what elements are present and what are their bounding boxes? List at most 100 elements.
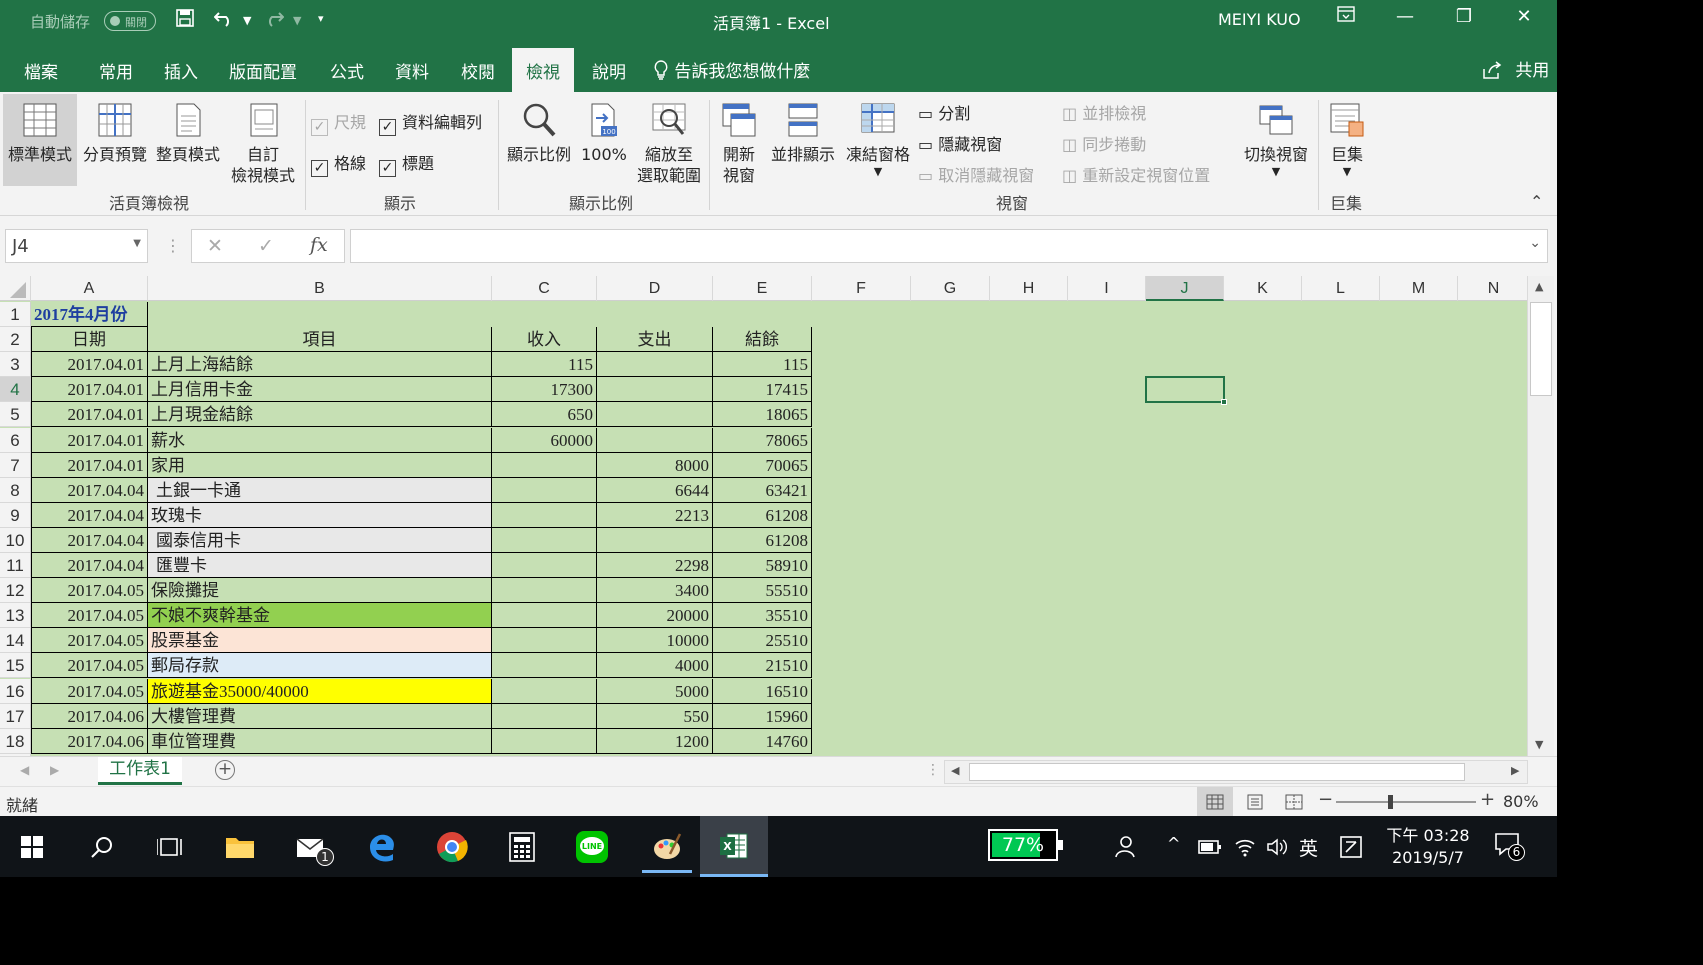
expense-cell[interactable]	[597, 527, 713, 553]
page-layout-button[interactable]: 整頁模式	[153, 102, 223, 165]
sheet-tab-1[interactable]: 工作表1	[98, 757, 182, 785]
undo-icon[interactable]	[213, 9, 234, 32]
page-break-status-icon[interactable]	[1285, 794, 1303, 810]
column-header-d[interactable]: D	[597, 276, 713, 301]
arrange-all-button[interactable]: 並排顯示	[767, 102, 839, 165]
item-cell[interactable]: 郵局存款	[148, 653, 492, 679]
row-header-11[interactable]: 11	[0, 553, 31, 578]
expense-cell[interactable]: 2213	[597, 502, 713, 528]
date-cell[interactable]: 2017.04.05	[31, 678, 148, 704]
column-header-g[interactable]: G	[911, 276, 990, 301]
expense-cell[interactable]: 550	[597, 703, 713, 729]
paint-app-icon[interactable]	[642, 828, 692, 873]
switch-windows-button[interactable]: 切換視窗 ▼	[1238, 102, 1314, 179]
worksheet-grid[interactable]: ABCDEFGHIJKLMN 1 2 3 4 5 6 7 8 9 10 11 12 13 14 15 16 17…	[0, 276, 1527, 756]
clock-time[interactable]: 下午 03:28	[1386, 822, 1470, 846]
row-header-3[interactable]: 3	[0, 352, 31, 378]
income-cell[interactable]: 17300	[492, 377, 597, 403]
row-header-10[interactable]: 10	[0, 527, 31, 553]
unhide-window-button[interactable]: ▭ 取消隱藏視窗	[918, 162, 1034, 186]
action-center-icon[interactable]: 6	[1494, 832, 1525, 861]
income-cell[interactable]	[492, 628, 597, 654]
expense-cell[interactable]: 4000	[597, 653, 713, 679]
formula-bar-checkbox[interactable]: ✓ 資料編輯列	[379, 109, 482, 136]
restore-icon[interactable]: ❐	[1444, 6, 1484, 27]
expense-cell[interactable]: 20000	[597, 603, 713, 629]
row-header-17[interactable]: 17	[0, 703, 31, 729]
save-icon[interactable]	[176, 9, 194, 32]
balance-cell[interactable]: 18065	[713, 402, 812, 428]
income-cell[interactable]	[492, 653, 597, 679]
tab-view[interactable]: 檢視	[512, 48, 574, 92]
search-icon[interactable]	[82, 828, 122, 866]
date-cell[interactable]: 2017.04.04	[31, 502, 148, 528]
column-header-e[interactable]: E	[713, 276, 812, 301]
battery-tray-icon[interactable]	[1198, 839, 1222, 855]
column-header-i[interactable]: I	[1068, 276, 1146, 301]
scroll-up-icon[interactable]: ▲	[1535, 280, 1543, 293]
header-expense[interactable]: 支出	[597, 327, 713, 353]
column-header-a[interactable]: A	[31, 276, 148, 301]
date-cell[interactable]: 2017.04.01	[31, 377, 148, 403]
item-cell[interactable]: 保險攤提	[148, 578, 492, 604]
vertical-scrollbar[interactable]: ▲ ▼	[1527, 276, 1554, 757]
expense-cell[interactable]: 1200	[597, 728, 713, 754]
tab-split-grip-icon[interactable]: ⋮	[926, 762, 940, 778]
zoom-100-button[interactable]: 100 100%	[578, 102, 630, 165]
zoom-percent[interactable]: 80%	[1503, 792, 1539, 811]
customize-qat-icon[interactable]: ▾	[318, 12, 324, 25]
expense-cell[interactable]	[597, 352, 713, 378]
clock-date[interactable]: 2019/5/7	[1386, 848, 1470, 867]
date-cell[interactable]: 2017.04.05	[31, 628, 148, 654]
undo-dropdown-icon[interactable]: ▼	[243, 14, 251, 27]
normal-view-button[interactable]: 標準模式	[3, 94, 77, 186]
row-header-4[interactable]: 4	[0, 377, 31, 403]
expense-cell[interactable]: 8000	[597, 452, 713, 478]
add-sheet-icon[interactable]: +	[215, 760, 235, 780]
date-cell[interactable]: 2017.04.04	[31, 553, 148, 578]
item-cell[interactable]: 匯豐卡	[148, 553, 492, 578]
balance-cell[interactable]: 58910	[713, 553, 812, 578]
date-cell[interactable]: 2017.04.05	[31, 578, 148, 604]
income-cell[interactable]	[492, 578, 597, 604]
income-cell[interactable]: 650	[492, 402, 597, 428]
balance-cell[interactable]: 35510	[713, 603, 812, 629]
cancel-icon[interactable]: ✕	[207, 235, 223, 257]
share-button[interactable]: 共用	[1482, 56, 1549, 81]
redo-dropdown-icon[interactable]: ▼	[293, 14, 301, 27]
zoom-slider-thumb[interactable]	[1388, 795, 1394, 809]
balance-cell[interactable]: 78065	[713, 427, 812, 453]
ime-mode-icon[interactable]	[1340, 836, 1362, 858]
zoom-slider[interactable]	[1336, 795, 1476, 809]
income-cell[interactable]: 115	[492, 352, 597, 378]
chrome-icon[interactable]	[432, 828, 472, 866]
collapse-ribbon-icon[interactable]: ⌃	[1530, 192, 1543, 211]
new-window-button[interactable]: 開新 視窗	[714, 102, 764, 186]
header-balance[interactable]: 結餘	[713, 327, 812, 353]
redo-icon[interactable]	[264, 9, 285, 32]
edge-browser-icon[interactable]	[362, 828, 402, 866]
name-box[interactable]: J4 ▼	[5, 229, 148, 263]
wifi-icon[interactable]	[1234, 837, 1256, 857]
next-sheet-icon[interactable]: ▶	[50, 763, 59, 777]
item-cell[interactable]: 車位管理費	[148, 728, 492, 754]
zoom-to-selection-button[interactable]: 縮放至 選取範圍	[633, 102, 705, 186]
ime-indicator[interactable]: 英	[1299, 834, 1318, 861]
row-header-14[interactable]: 14	[0, 628, 31, 654]
active-cell-selection[interactable]	[1145, 376, 1227, 406]
scroll-left-icon[interactable]: ◀	[951, 764, 959, 777]
expense-cell[interactable]: 2298	[597, 553, 713, 578]
income-cell[interactable]	[492, 603, 597, 629]
income-cell[interactable]	[492, 703, 597, 729]
item-cell[interactable]: 不娘不爽幹基金	[148, 603, 492, 629]
freeze-panes-button[interactable]: 凍結窗格 ▼	[842, 102, 914, 179]
enter-icon[interactable]: ✓	[258, 235, 274, 257]
income-cell[interactable]	[492, 502, 597, 528]
file-explorer-icon[interactable]	[220, 828, 260, 866]
row-header-2[interactable]: 2	[0, 327, 31, 353]
headings-checkbox[interactable]: ✓ 標題	[379, 150, 434, 177]
scroll-right-icon[interactable]: ▶	[1511, 764, 1519, 777]
insert-function-icon[interactable]: fx	[310, 234, 328, 256]
calculator-icon[interactable]	[502, 828, 542, 866]
expense-cell[interactable]	[597, 377, 713, 403]
